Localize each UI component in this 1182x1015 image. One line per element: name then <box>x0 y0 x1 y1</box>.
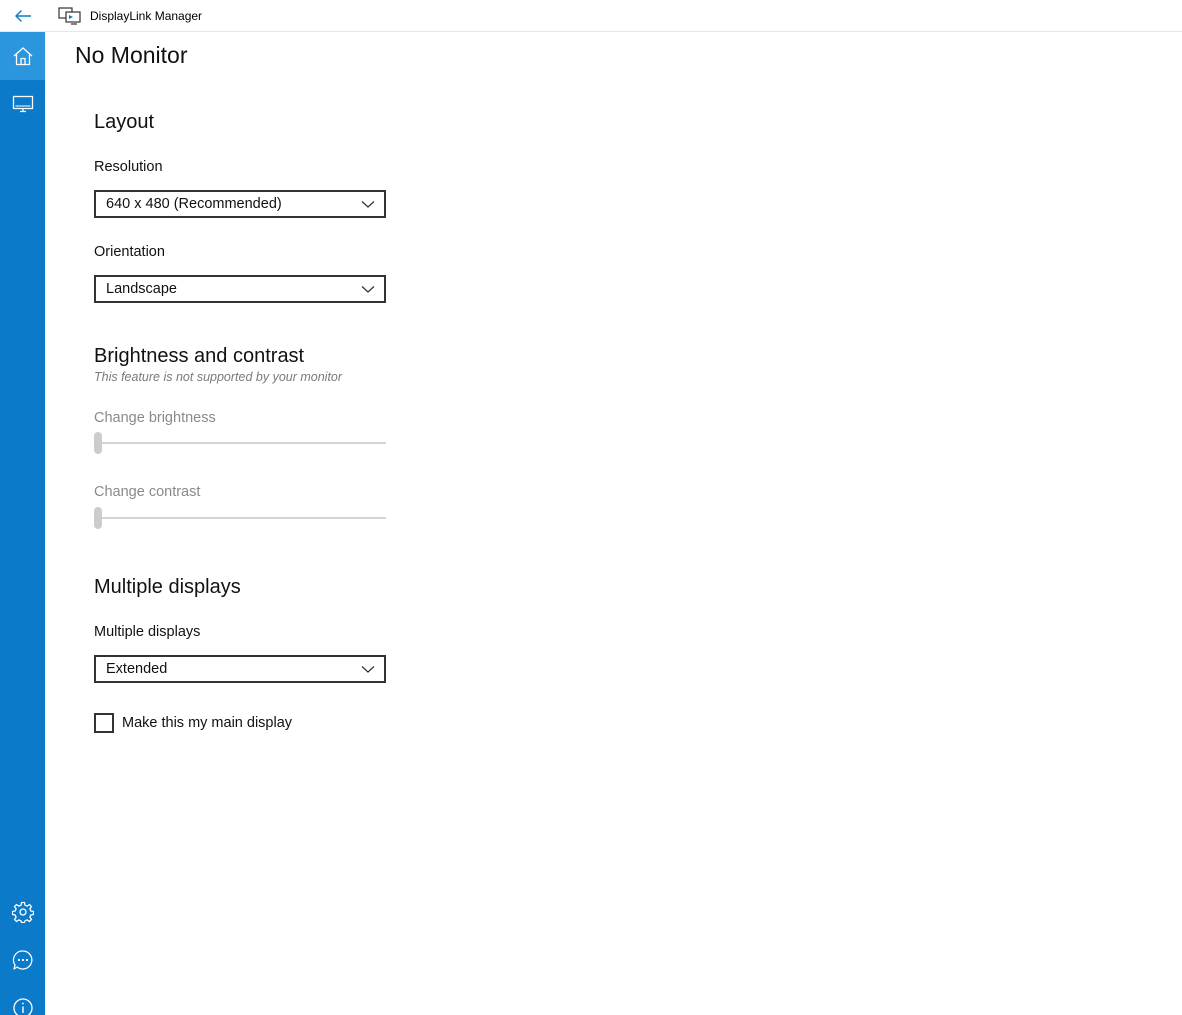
slider-thumb[interactable] <box>94 507 102 529</box>
resolution-select[interactable]: 640 x 480 (Recommended) <box>94 190 386 218</box>
sidebar-item-home[interactable] <box>0 32 45 80</box>
chevron-down-icon <box>361 286 375 293</box>
layout-heading: Layout <box>94 111 155 133</box>
main-display-label: Make this my main display <box>122 715 293 731</box>
sidebar <box>0 32 45 1015</box>
multiple-displays-heading: Multiple displays <box>94 576 241 598</box>
slider-thumb[interactable] <box>94 432 102 454</box>
displaylink-app-icon <box>58 7 81 25</box>
back-arrow-icon <box>14 10 31 22</box>
brightness-contrast-heading: Brightness and contrast <box>94 345 305 367</box>
multiple-displays-select[interactable]: Extended <box>94 655 386 683</box>
resolution-value: 640 x 480 (Recommended) <box>106 196 282 212</box>
main-display-checkbox[interactable] <box>94 713 114 733</box>
multiple-displays-value: Extended <box>106 661 168 677</box>
main-display-option[interactable]: Make this my main display <box>94 713 292 733</box>
chat-bubble-icon <box>12 950 32 970</box>
home-icon <box>13 47 32 66</box>
chevron-down-icon <box>361 201 375 208</box>
brightness-label: Change brightness <box>94 410 216 426</box>
resolution-label: Resolution <box>94 159 163 175</box>
multiple-displays-label: Multiple displays <box>94 624 201 640</box>
orientation-value: Landscape <box>106 281 177 297</box>
title-bar: DisplayLink Manager <box>0 0 1182 32</box>
back-button[interactable] <box>0 0 45 32</box>
sidebar-item-settings[interactable] <box>0 888 45 936</box>
contrast-label: Change contrast <box>94 484 201 500</box>
unsupported-note: This feature is not supported by your mo… <box>94 370 343 384</box>
brightness-slider[interactable] <box>94 432 386 454</box>
slider-track <box>94 517 386 519</box>
chevron-down-icon <box>361 666 375 673</box>
contrast-slider[interactable] <box>94 507 386 529</box>
orientation-label: Orientation <box>94 244 165 260</box>
sidebar-item-info[interactable] <box>0 984 45 1015</box>
gear-icon <box>11 901 34 923</box>
info-icon <box>12 998 33 1015</box>
sidebar-item-feedback[interactable] <box>0 936 45 984</box>
orientation-select[interactable]: Landscape <box>94 275 386 303</box>
monitor-icon <box>12 95 33 113</box>
page-title: No Monitor <box>75 42 188 68</box>
app-title: DisplayLink Manager <box>90 9 203 23</box>
sidebar-item-monitor[interactable] <box>0 80 45 128</box>
slider-track <box>94 442 386 444</box>
